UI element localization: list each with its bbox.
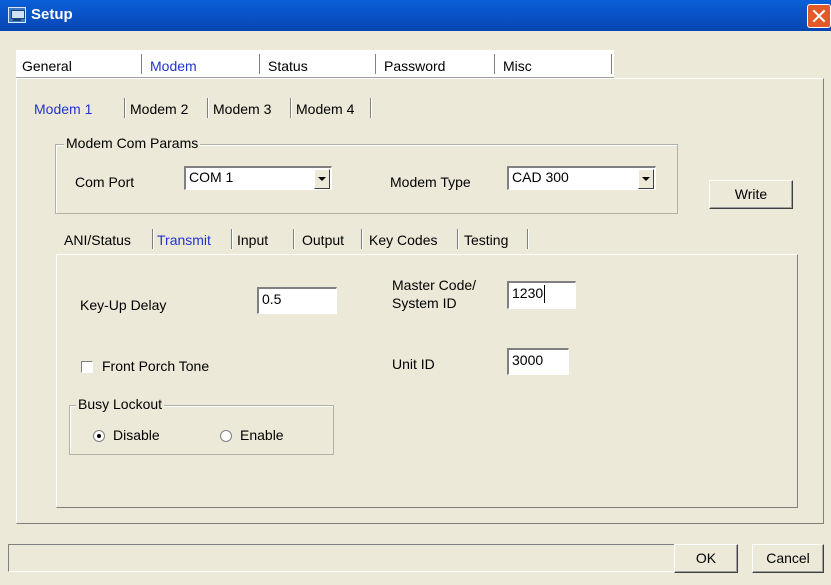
tab-status[interactable]: Status	[268, 58, 308, 74]
unit-id-label: Unit ID	[392, 356, 435, 372]
key-up-delay-label: Key-Up Delay	[80, 297, 167, 313]
tab-separator	[611, 54, 613, 74]
master-code-label-line1: Master Code/	[392, 277, 477, 293]
tab-separator	[259, 54, 261, 74]
master-code-label-line2: System ID	[392, 295, 457, 311]
tab-separator	[124, 98, 126, 118]
tab-separator	[457, 229, 459, 249]
com-port-label: Com Port	[75, 174, 135, 190]
status-bar	[8, 544, 677, 572]
modem-type-value: CAD 300	[512, 169, 569, 185]
tab-ani-status[interactable]: ANI/Status	[64, 232, 131, 248]
tab-separator	[370, 98, 372, 118]
tab-modem-4[interactable]: Modem 4	[296, 101, 354, 117]
modem-type-select[interactable]: CAD 300	[507, 166, 656, 190]
tab-testing[interactable]: Testing	[464, 232, 508, 248]
tab-key-codes[interactable]: Key Codes	[369, 232, 437, 248]
enable-radio[interactable]	[220, 430, 232, 442]
com-port-value: COM 1	[189, 169, 234, 185]
key-up-delay-input[interactable]: 0.5	[257, 287, 337, 314]
com-port-select[interactable]: COM 1	[184, 166, 332, 190]
cancel-button[interactable]: Cancel	[752, 544, 824, 573]
master-code-label: Master Code/ System ID	[392, 276, 476, 312]
tab-separator	[494, 54, 496, 74]
front-porch-label: Front Porch Tone	[102, 358, 210, 374]
tab-modem-2[interactable]: Modem 2	[130, 101, 188, 117]
tab-separator	[231, 229, 233, 249]
tab-modem-1[interactable]: Modem 1	[34, 101, 92, 117]
tab-separator	[290, 98, 292, 118]
enable-label: Enable	[240, 427, 284, 443]
tab-general[interactable]: General	[22, 58, 72, 74]
disable-label: Disable	[113, 427, 160, 443]
com-params-legend: Modem Com Params	[64, 135, 201, 151]
tab-input[interactable]: Input	[237, 232, 268, 248]
tab-output[interactable]: Output	[302, 232, 344, 248]
tab-transmit[interactable]: Transmit	[157, 232, 211, 248]
unit-id-input[interactable]: 3000	[507, 348, 569, 375]
tab-separator	[361, 229, 363, 249]
ok-button[interactable]: OK	[674, 544, 738, 573]
title-bar[interactable]: Setup	[0, 0, 831, 31]
disable-radio[interactable]	[93, 430, 105, 442]
tab-modem[interactable]: Modem	[150, 58, 197, 74]
write-button[interactable]: Write	[709, 180, 793, 209]
tab-separator	[293, 229, 295, 249]
text-caret	[544, 285, 546, 304]
computer-icon	[8, 7, 26, 23]
tab-separator	[207, 98, 209, 118]
master-code-input[interactable]: 1230	[507, 281, 576, 309]
tab-misc[interactable]: Misc	[503, 58, 532, 74]
front-porch-checkbox[interactable]	[81, 361, 93, 373]
tab-password[interactable]: Password	[384, 58, 445, 74]
busy-lockout-legend: Busy Lockout	[76, 396, 165, 412]
tab-separator	[527, 229, 529, 249]
window-title: Setup	[31, 6, 73, 23]
tab-separator	[152, 229, 154, 249]
chevron-down-icon[interactable]	[638, 169, 654, 189]
tab-modem-3[interactable]: Modem 3	[213, 101, 271, 117]
tab-separator	[141, 54, 143, 74]
modem-type-label: Modem Type	[390, 174, 471, 190]
tab-separator	[375, 54, 377, 74]
master-code-value: 1230	[512, 285, 544, 301]
busy-lockout-group	[69, 405, 334, 455]
chevron-down-icon[interactable]	[314, 169, 330, 189]
close-icon[interactable]	[807, 4, 831, 28]
